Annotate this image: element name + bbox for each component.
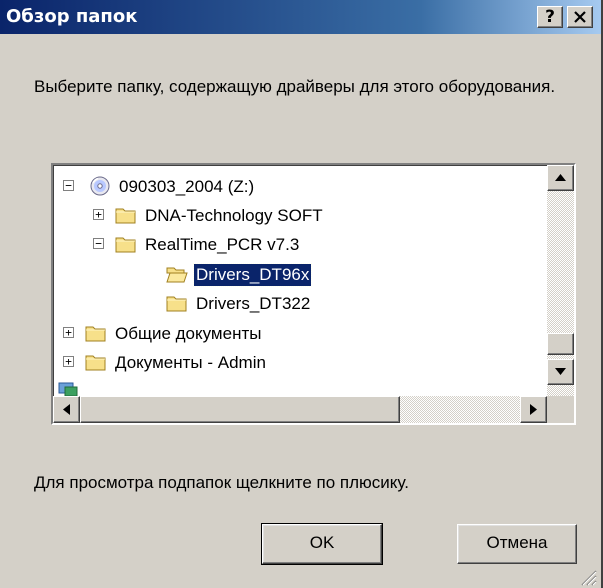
tree-item-label: 090303_2004 (Z:): [119, 177, 255, 196]
tree-item-drivers-dt96x[interactable]: Drivers_DT96x: [53, 261, 547, 289]
vertical-scroll-thumb[interactable]: [547, 333, 574, 355]
tree-content: − 090303_2004 (Z:) + DNA-Technology SOFT: [53, 165, 547, 396]
help-button[interactable]: ?: [537, 6, 563, 28]
expand-icon[interactable]: +: [63, 356, 74, 367]
folder-open-icon: [166, 267, 188, 283]
arrow-right-icon: [530, 404, 537, 415]
window-title: Обзор папок: [6, 6, 138, 27]
folder-tree[interactable]: − 090303_2004 (Z:) + DNA-Technology SOFT: [51, 163, 576, 425]
hint-text: Для просмотра подпапок щелкните по плюси…: [34, 473, 409, 492]
scrollbar-corner: [547, 396, 574, 423]
scroll-up-button[interactable]: [547, 165, 574, 191]
tree-item-label-selected: Drivers_DT96x: [192, 263, 313, 287]
folder-icon: [115, 208, 136, 224]
vertical-scrollbar[interactable]: [547, 165, 574, 396]
folder-icon: [85, 326, 106, 342]
tree-item-shared-documents[interactable]: + Общие документы: [53, 320, 547, 348]
expand-icon[interactable]: +: [93, 209, 104, 220]
tree-item-drivers-dt322[interactable]: Drivers_DT322: [53, 290, 547, 318]
arrow-left-icon: [63, 404, 70, 415]
cd-drive-icon: [90, 176, 110, 196]
cancel-button[interactable]: Отмена: [457, 524, 577, 564]
arrow-down-icon: [555, 368, 566, 375]
tree-item-label: Документы - Admin: [115, 353, 266, 372]
folder-icon: [85, 355, 106, 371]
tree-item-label: Drivers_DT322: [196, 294, 311, 313]
scroll-right-button[interactable]: [520, 396, 547, 423]
scroll-down-button[interactable]: [547, 359, 574, 385]
browse-folder-dialog: Обзор папок ? Выберите папку, содержащую…: [0, 0, 603, 588]
scroll-left-button[interactable]: [53, 396, 80, 423]
tree-item-admin-documents[interactable]: + Документы - Admin: [53, 349, 547, 377]
arrow-up-icon: [555, 174, 566, 181]
horizontal-scrollbar[interactable]: [53, 396, 547, 423]
collapse-icon[interactable]: −: [63, 180, 74, 191]
network-icon: [58, 382, 78, 396]
dialog-prompt: Выберите папку, содержащую драйверы для …: [34, 77, 556, 96]
close-icon: [574, 11, 586, 23]
expand-icon[interactable]: +: [63, 327, 74, 338]
collapse-icon[interactable]: −: [93, 238, 104, 249]
folder-icon: [115, 237, 136, 253]
tree-item-drive[interactable]: − 090303_2004 (Z:): [53, 173, 547, 201]
close-button[interactable]: [567, 6, 593, 28]
horizontal-scroll-thumb[interactable]: [80, 396, 400, 423]
tree-item-label: DNA-Technology SOFT: [145, 206, 323, 225]
resize-grip-icon[interactable]: [577, 566, 597, 586]
tree-item-dna-technology[interactable]: + DNA-Technology SOFT: [53, 202, 547, 230]
tree-item-label: Общие документы: [115, 324, 262, 343]
tree-item-label: RealTime_PCR v7.3: [145, 235, 300, 254]
title-bar[interactable]: Обзор папок ?: [0, 0, 601, 34]
folder-icon: [166, 296, 187, 312]
tree-item-realtime-pcr[interactable]: − RealTime_PCR v7.3: [53, 231, 547, 259]
ok-button[interactable]: OK: [261, 523, 383, 565]
